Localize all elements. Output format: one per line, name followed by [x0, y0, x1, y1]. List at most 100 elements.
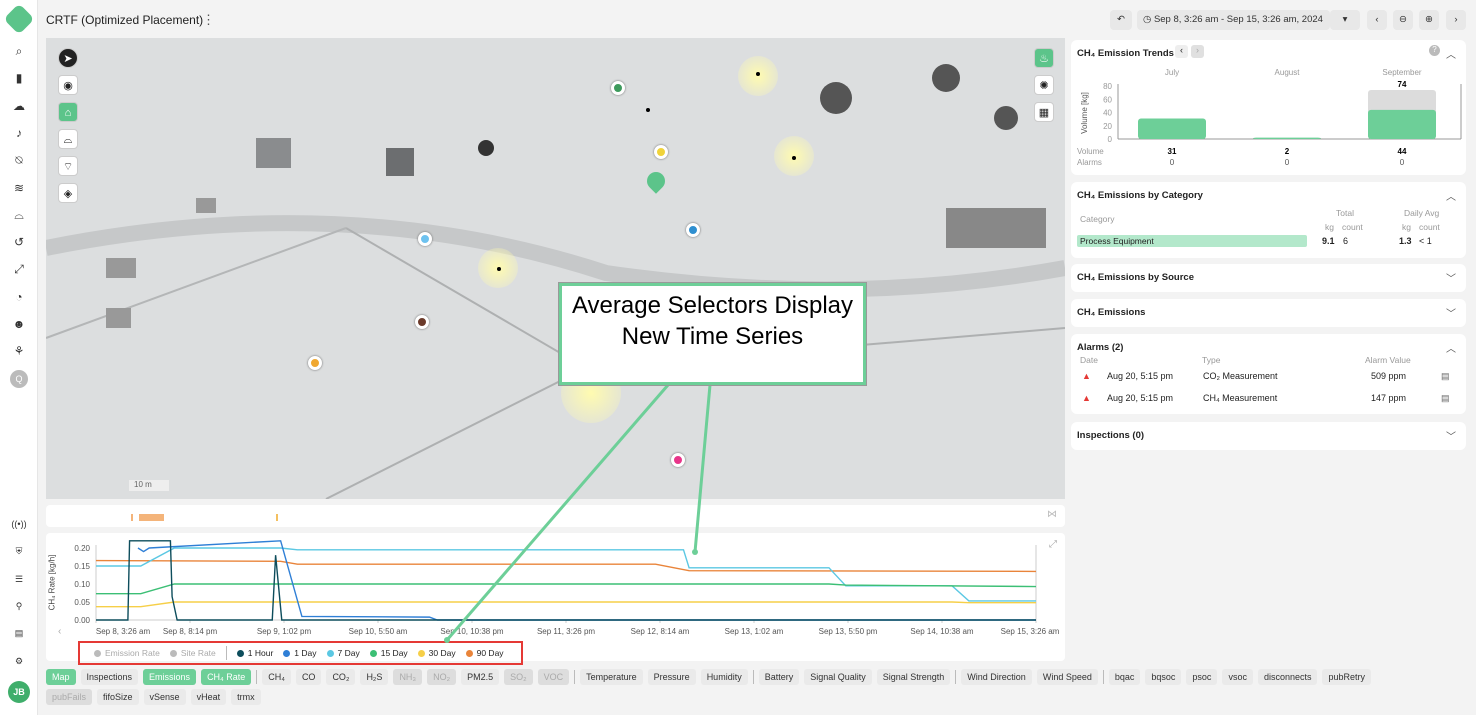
cloud-upload-icon[interactable]: ☁: [10, 97, 28, 115]
toggle-so-[interactable]: SO₂: [504, 669, 533, 685]
network-icon[interactable]: ⚘: [10, 342, 28, 360]
zoom-out-icon[interactable]: ⊖: [1393, 10, 1413, 30]
avatar[interactable]: JB: [8, 681, 30, 703]
toggle-vsoc[interactable]: vsoc: [1222, 669, 1253, 685]
toggle-wind-speed[interactable]: Wind Speed: [1036, 669, 1098, 685]
toggle-humidity[interactable]: Humidity: [700, 669, 748, 685]
help-icon[interactable]: ?: [1429, 45, 1440, 56]
toggle-map[interactable]: Map: [46, 669, 76, 685]
alarm-row[interactable]: ▲ Aug 20, 5:15 pm CH₄ Measurement 147 ppm ▤: [1071, 393, 1466, 407]
category-row[interactable]: Process Equipment: [1077, 235, 1307, 247]
prev-period-button[interactable]: ‹: [1175, 45, 1188, 58]
q-icon[interactable]: Q: [10, 369, 28, 388]
inspections-panel[interactable]: Inspections (0) ﹀: [1071, 422, 1466, 450]
date-range-picker[interactable]: ◷ Sep 8, 3:26 am - Sep 15, 3:26 am, 2024: [1137, 10, 1330, 30]
toggle-signal-strength[interactable]: Signal Strength: [876, 669, 951, 685]
sensor-shield-icon[interactable]: ⛨: [10, 542, 28, 560]
prev-button[interactable]: ‹: [1367, 10, 1387, 30]
source-panel[interactable]: CH₄ Emissions by Source ﹀: [1071, 264, 1466, 292]
toggle-battery[interactable]: Battery: [758, 669, 800, 685]
toggle-fifosize[interactable]: fifoSize: [97, 689, 139, 705]
expand-chevron-icon[interactable]: ﹀: [1446, 428, 1456, 443]
sensor-marker[interactable]: [611, 81, 625, 95]
toggle-emissions[interactable]: Emissions: [143, 669, 197, 685]
volume-bar[interactable]: [1138, 118, 1206, 139]
sensor-marker[interactable]: [671, 453, 685, 467]
alarm-row[interactable]: ▲ Aug 20, 5:15 pm CO₂ Measurement 509 ppm ▤: [1071, 371, 1466, 385]
toggle-trmx[interactable]: trmx: [231, 689, 261, 705]
toggle-nh-[interactable]: NH₃: [393, 669, 423, 685]
wind-rose-icon[interactable]: ✺: [1034, 75, 1054, 95]
volume-bar[interactable]: [1368, 109, 1436, 139]
map-pin-settings-icon[interactable]: ⚲: [10, 597, 28, 615]
sensor-view-icon[interactable]: ⌓: [58, 129, 78, 149]
compass-icon[interactable]: ➤: [58, 48, 78, 68]
signal-list-icon[interactable]: ☰: [10, 570, 28, 588]
toggle-no-[interactable]: NO₂: [427, 669, 457, 685]
expand-chevron-icon[interactable]: ﹀: [1446, 270, 1456, 285]
toggle-temperature[interactable]: Temperature: [580, 669, 643, 685]
legend-item-30-day[interactable]: 30 Day: [417, 648, 456, 658]
timer-icon[interactable]: ◔: [10, 288, 28, 306]
map-view[interactable]: 10 m ➤ ◉ ⌂ ⌓ ⌔ ◈ ♨ ✺ ▦: [46, 38, 1065, 499]
toggle-bqac[interactable]: bqac: [1108, 669, 1141, 685]
next-period-button[interactable]: ›: [1191, 45, 1204, 58]
target-icon[interactable]: ◉: [58, 75, 78, 95]
toggle-wind-direction[interactable]: Wind Direction: [961, 669, 1032, 685]
toggle-vheat[interactable]: vHeat: [190, 689, 227, 705]
search-icon[interactable]: ⌕: [10, 42, 28, 60]
next-button[interactable]: ›: [1446, 10, 1466, 30]
sensor-marker[interactable]: [308, 356, 322, 370]
sensor-marker[interactable]: [654, 145, 668, 159]
collapse-icon[interactable]: ︿: [1446, 188, 1456, 203]
expand-icon[interactable]: ⤢: [1049, 539, 1057, 550]
toggle-inspections[interactable]: Inspections: [80, 669, 139, 685]
legend-item-site-rate[interactable]: Site Rate: [169, 648, 216, 658]
date-dropdown-button[interactable]: ▾: [1330, 10, 1360, 30]
alarm-off-icon[interactable]: ⍉: [10, 151, 28, 169]
clipboard-icon[interactable]: ▤: [1441, 393, 1450, 404]
undo-button[interactable]: ↶: [1110, 10, 1132, 30]
layers-icon[interactable]: ◈: [58, 183, 78, 203]
toggle-vsense[interactable]: vSense: [143, 689, 186, 705]
users-icon[interactable]: ☻: [10, 315, 28, 333]
toggle-disconnects[interactable]: disconnects: [1257, 669, 1318, 685]
share-icon[interactable]: ⋈: [1047, 509, 1057, 520]
toggle-signal-quality[interactable]: Signal Quality: [804, 669, 872, 685]
waves-icon[interactable]: ≋: [10, 179, 28, 197]
volume-bar[interactable]: [1253, 137, 1321, 139]
toggle-bqsoc[interactable]: bqsoc: [1145, 669, 1182, 685]
sensor-marker[interactable]: [418, 232, 432, 246]
history-icon[interactable]: ↺: [10, 233, 28, 251]
legend-item-emission-rate[interactable]: Emission Rate: [94, 648, 160, 658]
toggle-pm2-5[interactable]: PM2.5: [461, 669, 500, 685]
clipboard-icon[interactable]: ▤: [1441, 371, 1450, 382]
toggle-co-[interactable]: CO₂: [326, 669, 356, 685]
report-settings-icon[interactable]: ▤: [10, 624, 28, 642]
facility-icon[interactable]: ⌂: [58, 102, 78, 122]
chart-prev-icon[interactable]: ‹: [58, 626, 61, 637]
expand-chevron-icon[interactable]: ﹀: [1446, 305, 1456, 320]
zoom-in-icon[interactable]: ⊕: [1419, 10, 1439, 30]
grid-icon[interactable]: ▦: [1034, 102, 1054, 122]
collapse-icon[interactable]: ︿: [1446, 46, 1456, 61]
broadcast-settings-icon[interactable]: ((•)): [10, 515, 28, 533]
more-options-icon[interactable]: ⋮: [202, 12, 215, 28]
toggle-pubfails[interactable]: pubFails: [46, 689, 93, 705]
timeline-strip[interactable]: ⋈: [46, 505, 1065, 527]
sensor-marker[interactable]: [415, 315, 429, 329]
toggle-pressure[interactable]: Pressure: [647, 669, 696, 685]
legend-item-15-day[interactable]: 15 Day: [369, 648, 408, 658]
toggle-h-s[interactable]: H₂S: [360, 669, 389, 685]
toggle-psoc[interactable]: psoc: [1186, 669, 1218, 685]
logo[interactable]: [3, 3, 35, 35]
legend-item-7-day[interactable]: 7 Day: [326, 648, 360, 658]
toggle-co[interactable]: CO: [295, 669, 322, 685]
sensor-marker[interactable]: [686, 223, 700, 237]
toggle-voc[interactable]: VOC: [537, 669, 570, 685]
toggle-ch-rate[interactable]: CH₄ Rate: [201, 669, 252, 685]
gears-icon[interactable]: ⚙: [10, 652, 28, 670]
collapse-icon[interactable]: ︿: [1446, 340, 1456, 355]
legend-item-1-hour[interactable]: 1 Hour: [236, 648, 273, 658]
bell-icon[interactable]: ♪: [10, 124, 28, 142]
